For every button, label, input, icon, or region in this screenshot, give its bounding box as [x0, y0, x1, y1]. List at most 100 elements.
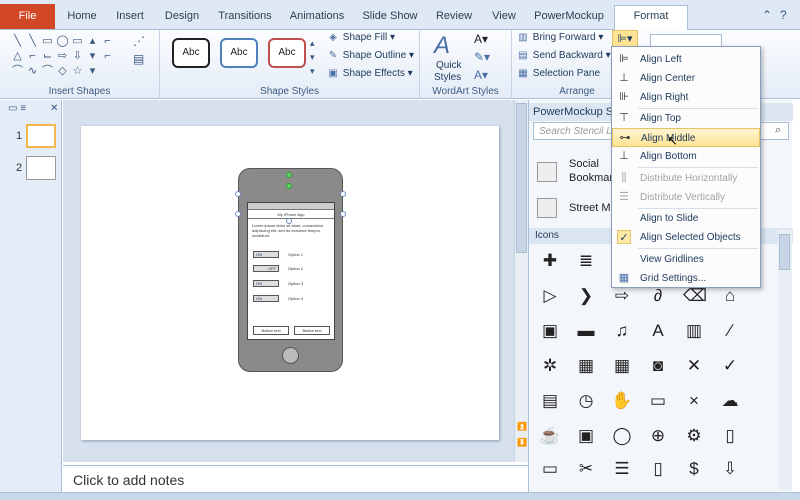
menu-align-to-slide[interactable]: Align to Slide	[612, 209, 760, 228]
help-icon[interactable]: ?	[780, 8, 787, 22]
arrow-right-icon[interactable]: ⇨	[611, 285, 633, 307]
tab-transitions[interactable]: Transitions	[214, 6, 276, 28]
download-icon[interactable]: ⇩	[719, 458, 741, 480]
scissors-icon[interactable]: ✂	[575, 458, 597, 480]
menu-align-selected-objects[interactable]: ✓ Align Selected Objects	[612, 228, 760, 247]
prev-slide-icon[interactable]: ⏫	[517, 422, 527, 431]
menu-align-right[interactable]: ⊪ Align Right	[612, 88, 760, 107]
rotate-handle[interactable]	[286, 172, 292, 178]
rectangle-icon[interactable]: ▭	[70, 34, 85, 49]
oval-icon[interactable]: ◯	[55, 34, 70, 49]
list-icon[interactable]: ≣	[575, 250, 597, 272]
menu-distribute-vertically[interactable]: ☰ Distribute Vertically	[612, 188, 760, 207]
minimize-ribbon-icon[interactable]: ⌃	[762, 8, 772, 22]
search-icon[interactable]: ⌕	[775, 124, 781, 137]
scroll-up-icon[interactable]: ▴	[310, 38, 315, 49]
settings-icon[interactable]: ⚙	[683, 425, 705, 447]
phone-button-2[interactable]: Button text	[294, 326, 330, 335]
resize-handle[interactable]	[340, 211, 346, 217]
wordart-a-icon[interactable]: A	[434, 32, 450, 60]
tab-format[interactable]: Format	[614, 5, 688, 30]
arrow-icon[interactable]: ⇨	[55, 49, 70, 64]
style-sample-blue[interactable]: Abc	[220, 38, 258, 68]
quick-styles-label-2[interactable]: Styles	[434, 72, 461, 83]
battery-icon[interactable]: ▬	[575, 320, 597, 342]
shape-effects-button[interactable]: ▣ Shape Effects ▾	[326, 68, 412, 79]
brush-icon[interactable]: ∕	[719, 320, 741, 342]
menu-align-left[interactable]: ⊫ Align Left	[612, 50, 760, 69]
folder-icon[interactable]: ▭	[647, 390, 669, 412]
tab-file[interactable]: File	[0, 4, 55, 29]
slide-thumbnail-1[interactable]	[26, 124, 56, 148]
tab-review[interactable]: Review	[432, 6, 476, 28]
cloud-icon[interactable]: ☁	[719, 390, 741, 412]
rotate-handle[interactable]	[286, 183, 292, 189]
menu-grid-settings[interactable]: ▦ Grid Settings...	[612, 269, 760, 288]
rectangle-icon[interactable]: ▭	[40, 34, 55, 49]
text-fill-icon[interactable]: A▾	[474, 32, 488, 46]
menu-align-middle[interactable]: ⊶ Align Middle	[612, 128, 760, 147]
hand-icon[interactable]: ✋	[611, 390, 633, 412]
phone-toggle-3[interactable]: ON	[253, 280, 279, 287]
bring-forward-button[interactable]: ▥ Bring Forward ▾	[516, 32, 603, 43]
book-icon[interactable]: ▥	[683, 320, 705, 342]
backspace-icon[interactable]: ⌫	[683, 285, 707, 307]
phone-mockup[interactable]: My iPhone App Lorem ipsum dolor sit amet…	[238, 168, 343, 372]
menu-view-gridlines[interactable]: View Gridlines	[612, 250, 760, 269]
credit-card-icon[interactable]: ▭	[539, 458, 561, 480]
bug-icon[interactable]: ✲	[539, 355, 561, 377]
calendar-icon[interactable]: ▦	[611, 355, 633, 377]
shape-icon[interactable]: ⌐	[100, 34, 115, 49]
tab-home[interactable]: Home	[62, 6, 102, 28]
cancel-icon[interactable]: ✕	[683, 355, 705, 377]
text-effects-icon[interactable]: A▾	[474, 68, 488, 82]
close-icon[interactable]: ✕	[50, 103, 58, 114]
shape-fill-button[interactable]: ◈ Shape Fill ▾	[326, 32, 395, 43]
connector-icon[interactable]: ⌐	[25, 49, 40, 64]
scroll-down-icon[interactable]: ▾	[310, 52, 315, 63]
phone-toggle-4[interactable]: ON	[253, 295, 279, 302]
pm-scrollbar[interactable]	[778, 230, 792, 490]
paperclip-icon[interactable]: ∂	[647, 285, 669, 307]
menu-align-bottom[interactable]: ⊥ Align Bottom	[612, 147, 760, 166]
next-slide-icon[interactable]: ⏬	[517, 438, 527, 447]
text-outline-icon[interactable]: ✎▾	[474, 50, 490, 64]
phone-toggle-2[interactable]: OFF	[253, 265, 279, 272]
bell-icon[interactable]: ♫	[611, 320, 633, 342]
triangle-icon[interactable]: △	[10, 49, 25, 64]
menu-distribute-horizontally[interactable]: ⫼ Distribute Horizontally	[612, 169, 760, 188]
document-icon[interactable]: ▯	[647, 458, 669, 480]
resize-handle[interactable]	[235, 211, 241, 217]
phone-home-button[interactable]	[282, 347, 299, 364]
shape-icon[interactable]: ⌐	[100, 49, 115, 64]
plus-icon[interactable]: ✚	[539, 250, 561, 272]
tab-insert[interactable]: Insert	[110, 6, 150, 28]
slides-tab-icon[interactable]: ▭ ≡	[8, 103, 26, 114]
menu-align-center[interactable]: ⊥ Align Center	[612, 69, 760, 88]
camera-icon[interactable]: ◙	[647, 355, 669, 377]
star-icon[interactable]: ☆	[70, 64, 85, 79]
edit-shape-icon[interactable]: ⋰	[133, 34, 145, 48]
selection-pane-button[interactable]: ▦ Selection Pane	[516, 68, 600, 79]
slide-thumbnail-2[interactable]	[26, 156, 56, 180]
curve-icon[interactable]: ∿	[25, 64, 40, 79]
shape-outline-button[interactable]: ✎ Shape Outline ▾	[326, 50, 414, 61]
tab-slideshow[interactable]: Slide Show	[360, 6, 420, 28]
tab-view[interactable]: View	[486, 6, 522, 28]
calculator-icon[interactable]: ▦	[575, 355, 597, 377]
line-icon[interactable]: ╲	[25, 34, 40, 49]
comment-icon[interactable]: ◯	[611, 425, 633, 447]
scroll-up-icon[interactable]: ▴	[85, 34, 100, 49]
tab-design[interactable]: Design	[160, 6, 204, 28]
scroll-thumb[interactable]	[779, 234, 790, 270]
scroll-thumb[interactable]	[516, 103, 527, 253]
text-box-icon[interactable]: ▤	[133, 52, 144, 66]
phone-toggle-1[interactable]: ON	[253, 251, 279, 258]
editor-scrollbar[interactable]: ⏫ ⏬	[514, 100, 528, 462]
more-icon[interactable]: ▾	[85, 64, 100, 79]
compass-icon[interactable]: ⊕	[647, 425, 669, 447]
style-sample-black[interactable]: Abc	[172, 38, 210, 68]
quick-styles-label[interactable]: Quick	[436, 60, 462, 71]
coffee-icon[interactable]: ☕	[539, 425, 561, 447]
curve-icon[interactable]: ⌒	[40, 64, 55, 79]
